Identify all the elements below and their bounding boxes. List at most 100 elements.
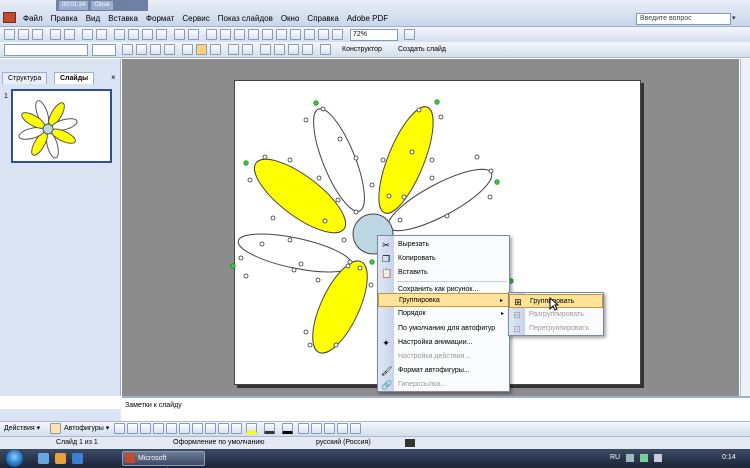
- chart-icon[interactable]: [234, 29, 245, 40]
- menu-item-format-autoshape[interactable]: 🖌 Формат автофигуры...: [378, 364, 509, 378]
- menu-slideshow[interactable]: Показ слайдов: [214, 13, 277, 25]
- menu-item-grouping[interactable]: Группировка ▸: [378, 293, 509, 307]
- picture-draw-icon[interactable]: [231, 423, 242, 434]
- oval-icon[interactable]: [153, 423, 164, 434]
- increase-indent-icon[interactable]: [302, 44, 313, 55]
- line-icon[interactable]: [114, 423, 125, 434]
- menu-help[interactable]: Справка: [303, 13, 342, 25]
- hyperlink-icon[interactable]: [206, 29, 217, 40]
- diagram-draw-icon[interactable]: [205, 423, 216, 434]
- research-icon[interactable]: [96, 29, 107, 40]
- help-icon[interactable]: [404, 29, 415, 40]
- menu-view[interactable]: Вид: [82, 13, 104, 25]
- decrease-indent-icon[interactable]: [288, 44, 299, 55]
- textbox-draw-icon[interactable]: [166, 423, 177, 434]
- menu-tools[interactable]: Сервис: [178, 13, 213, 25]
- font-color-icon[interactable]: [320, 44, 331, 55]
- clock[interactable]: 0:14: [722, 454, 736, 461]
- menu-item-default-autoshape[interactable]: По умолчанию для автофигур: [378, 322, 509, 336]
- arrow-style-icon[interactable]: [324, 423, 335, 434]
- quicklaunch-desktop-icon[interactable]: [38, 453, 49, 464]
- help-tray-icon[interactable]: [626, 454, 634, 462]
- help-search-input[interactable]: Введите вопрос: [636, 13, 731, 25]
- new-slide-button[interactable]: Создать слайд: [398, 44, 446, 56]
- menu-insert[interactable]: Вставка: [104, 13, 142, 25]
- paste-icon[interactable]: [142, 29, 153, 40]
- font-size-combo[interactable]: [92, 44, 116, 56]
- menu-item-order[interactable]: Порядок ▸: [378, 307, 509, 321]
- shadow-icon[interactable]: [164, 44, 175, 55]
- menu-item-copy[interactable]: ❐ Копировать: [378, 252, 509, 266]
- submenu-item-regroup[interactable]: ⊡ Перегруппировать: [509, 322, 603, 336]
- tab-slides[interactable]: Слайды: [54, 72, 95, 84]
- align-center-icon[interactable]: [196, 44, 207, 55]
- tab-outline[interactable]: Структура: [2, 72, 48, 84]
- view-buttons[interactable]: [0, 409, 121, 421]
- increase-font-icon[interactable]: [260, 44, 271, 55]
- font-name-combo[interactable]: [4, 44, 88, 56]
- 3d-style-icon[interactable]: [350, 423, 361, 434]
- underline-icon[interactable]: [150, 44, 161, 55]
- designer-button[interactable]: Конструктор: [342, 44, 382, 56]
- help-dropdown-icon[interactable]: ▾: [732, 15, 740, 23]
- print-icon[interactable]: [50, 29, 61, 40]
- save-icon[interactable]: [32, 29, 43, 40]
- actions-menu[interactable]: Действия ▾: [4, 423, 40, 435]
- menu-item-paste[interactable]: 📋 Вставить: [378, 266, 509, 280]
- quicklaunch-explorer-icon[interactable]: [55, 453, 66, 464]
- close-icon[interactable]: ×: [111, 74, 116, 82]
- zoom-combo[interactable]: 72%: [350, 29, 398, 41]
- numbering-icon[interactable]: [228, 44, 239, 55]
- undo-icon[interactable]: [174, 29, 185, 40]
- menu-file[interactable]: Файл: [19, 13, 47, 25]
- quicklaunch-ie-icon[interactable]: [72, 453, 83, 464]
- open-icon[interactable]: [18, 29, 29, 40]
- format-painter-icon[interactable]: [156, 29, 167, 40]
- start-button[interactable]: [6, 450, 23, 467]
- menu-format[interactable]: Формат: [142, 13, 178, 25]
- cut-icon[interactable]: [114, 29, 125, 40]
- font-color-draw-icon[interactable]: [282, 423, 293, 434]
- clipart-icon[interactable]: [290, 29, 301, 40]
- dash-style-icon[interactable]: [311, 423, 322, 434]
- vertical-scrollbar[interactable]: [740, 59, 750, 396]
- clipart-draw-icon[interactable]: [218, 423, 229, 434]
- bullets-icon[interactable]: [242, 44, 253, 55]
- color-grayscale-icon[interactable]: [318, 29, 329, 40]
- powerpoint-app-icon[interactable]: [3, 12, 16, 23]
- bold-icon[interactable]: [122, 44, 133, 55]
- network-icon[interactable]: [640, 454, 648, 462]
- select-objects-icon[interactable]: [50, 423, 61, 434]
- redo-icon[interactable]: [188, 29, 199, 40]
- menu-window[interactable]: Окно: [277, 13, 304, 25]
- menu-item-custom-animation[interactable]: ✦ Настройка анимации...: [378, 336, 509, 350]
- menu-item-hyperlink[interactable]: 🔗 Гиперссылка...: [378, 378, 509, 392]
- wordart-icon[interactable]: [276, 29, 287, 40]
- arrow-icon[interactable]: [127, 423, 138, 434]
- textbox-icon[interactable]: [262, 29, 273, 40]
- slide-thumbnail[interactable]: [11, 89, 112, 163]
- show-formatting-icon[interactable]: [332, 29, 343, 40]
- wordart-draw-icon[interactable]: [192, 423, 203, 434]
- align-left-icon[interactable]: [182, 44, 193, 55]
- rectangle-icon[interactable]: [140, 423, 151, 434]
- line-color-icon[interactable]: [264, 423, 275, 434]
- picture-icon[interactable]: [304, 29, 315, 40]
- spelling-icon[interactable]: [82, 29, 93, 40]
- copy-icon[interactable]: [128, 29, 139, 40]
- new-icon[interactable]: [4, 29, 15, 40]
- menu-adobe-pdf[interactable]: Adobe PDF: [343, 13, 392, 25]
- menu-item-cut[interactable]: ✂ Вырезать: [378, 238, 509, 252]
- preview-icon[interactable]: [64, 29, 75, 40]
- notes-area[interactable]: Заметки к слайду: [122, 396, 750, 420]
- recorder-close[interactable]: Close: [91, 1, 113, 10]
- language-indicator[interactable]: RU: [610, 454, 620, 461]
- decrease-font-icon[interactable]: [274, 44, 285, 55]
- spelling-status-icon[interactable]: [405, 439, 415, 447]
- vertical-text-icon[interactable]: [179, 423, 190, 434]
- volume-icon[interactable]: [654, 454, 662, 462]
- italic-icon[interactable]: [136, 44, 147, 55]
- autoshapes-menu[interactable]: Автофигуры ▾: [64, 423, 109, 435]
- tables-icon[interactable]: [220, 29, 231, 40]
- line-style-icon[interactable]: [298, 423, 309, 434]
